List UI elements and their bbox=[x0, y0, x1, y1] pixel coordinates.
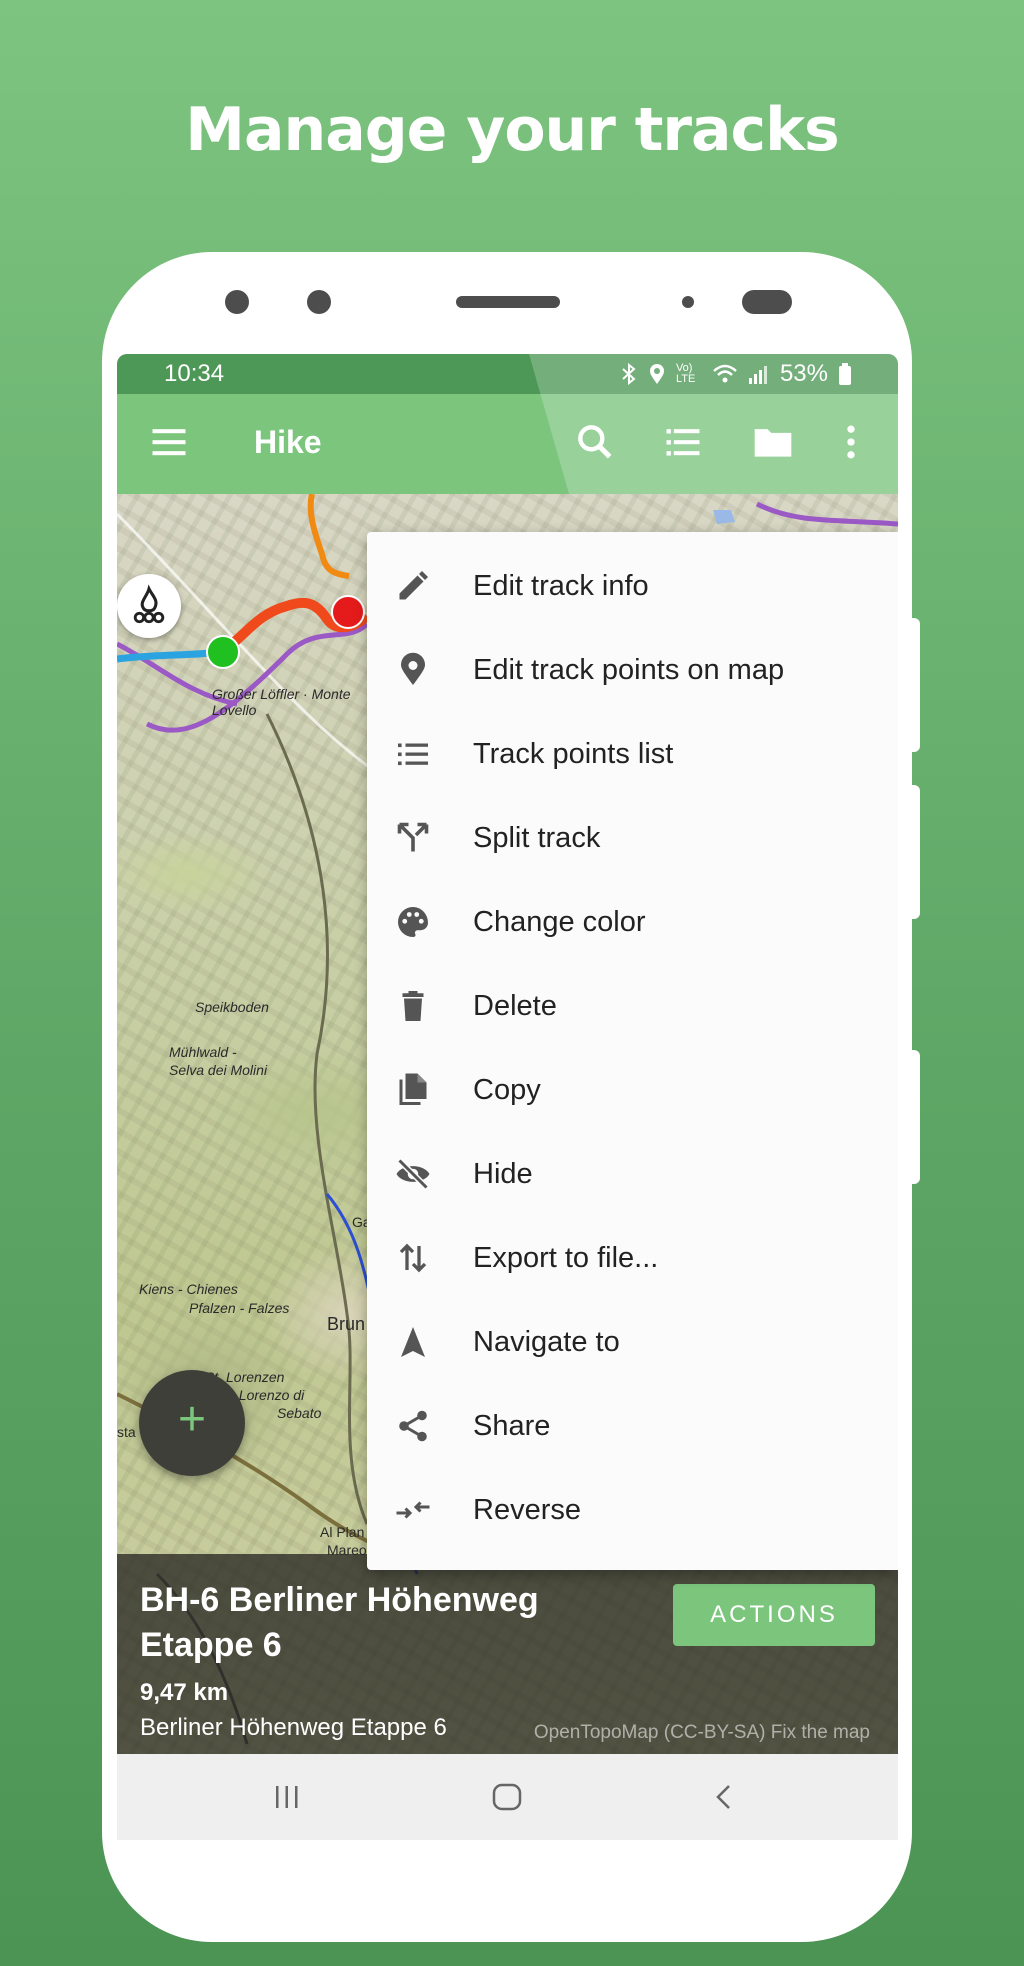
map-label: Pfalzen - Falzes bbox=[189, 1300, 290, 1316]
menu-item-label: Export to file... bbox=[473, 1241, 659, 1274]
menu-item-label: Edit track info bbox=[473, 569, 649, 602]
front-flash bbox=[742, 290, 792, 314]
map-label: Sebato bbox=[277, 1405, 322, 1421]
menu-item-navigate-to[interactable]: Navigate to bbox=[367, 1300, 898, 1384]
front-sensor bbox=[307, 290, 331, 314]
track-description: Berliner Höhenweg Etappe 6 bbox=[140, 1714, 447, 1741]
map-attribution[interactable]: OpenTopoMap (CC-BY-SA) Fix the map bbox=[534, 1722, 870, 1744]
recent-apps-icon[interactable] bbox=[272, 1782, 302, 1812]
menu-item-label: Delete bbox=[473, 989, 557, 1022]
add-fab[interactable]: + bbox=[139, 1370, 245, 1476]
menu-item-label: Share bbox=[473, 1409, 551, 1442]
menu-item-label: Track points list bbox=[473, 737, 674, 770]
split-icon bbox=[397, 822, 429, 852]
menu-icon[interactable] bbox=[147, 420, 191, 464]
back-icon[interactable] bbox=[709, 1782, 739, 1812]
map-pin-icon bbox=[401, 652, 425, 685]
map-label: Speikboden bbox=[195, 999, 269, 1015]
copy-icon bbox=[399, 1073, 427, 1105]
menu-item-delete[interactable]: Delete bbox=[367, 964, 898, 1048]
menu-item-track-points-list[interactable]: Track points list bbox=[367, 712, 898, 796]
menu-item-label: Change color bbox=[473, 905, 646, 938]
menu-item-label: Copy bbox=[473, 1073, 541, 1106]
menu-item-edit-track-info[interactable]: Edit track info bbox=[367, 544, 898, 628]
list-icon bbox=[398, 743, 428, 766]
trash-icon bbox=[402, 991, 424, 1021]
menu-item-label: Split track bbox=[473, 821, 601, 854]
map-label: Brun bbox=[327, 1314, 366, 1334]
menu-item-hide[interactable]: Hide bbox=[367, 1132, 898, 1216]
campfire-icon bbox=[133, 584, 165, 624]
map-label: Kiens - Chienes bbox=[139, 1281, 238, 1297]
poi-marker[interactable] bbox=[117, 574, 181, 638]
menu-item-change-color[interactable]: Change color bbox=[367, 880, 898, 964]
map-label: Großer Löffler · Monte Lovello bbox=[212, 686, 351, 718]
map-label: Selva dei Molini bbox=[169, 1062, 268, 1078]
menu-item-label: Hide bbox=[473, 1157, 533, 1190]
side-button bbox=[910, 618, 920, 752]
map-label: sta bbox=[117, 1424, 136, 1440]
track-name: BH-6 Berliner Höhenweg Etappe 6 bbox=[140, 1581, 539, 1664]
menu-item-split-track[interactable]: Split track bbox=[367, 796, 898, 880]
menu-item-copy[interactable]: Copy bbox=[367, 1048, 898, 1132]
menu-item-reverse[interactable]: Reverse bbox=[367, 1468, 898, 1552]
share-icon bbox=[399, 1410, 427, 1442]
system-nav-bar bbox=[117, 1754, 898, 1840]
earpiece bbox=[456, 296, 560, 308]
home-icon[interactable] bbox=[491, 1782, 523, 1812]
phone-screen: Großer Löffler · Monte Lovello Speikbode… bbox=[117, 354, 898, 1840]
appbar-shade bbox=[529, 354, 898, 494]
add-icon: + bbox=[177, 1393, 207, 1446]
menu-item-label: Navigate to bbox=[473, 1325, 620, 1358]
menu-item-export[interactable]: Export to file... bbox=[367, 1216, 898, 1300]
track-context-menu: Edit track info Edit track points on map… bbox=[367, 532, 898, 1570]
side-button bbox=[910, 1050, 920, 1184]
palette-icon bbox=[398, 907, 428, 937]
page-title: Hike bbox=[254, 424, 322, 460]
status-time: 10:34 bbox=[164, 360, 225, 387]
reverse-icon bbox=[396, 1501, 430, 1519]
track-info-panel: BH-6 Berliner Höhenweg Etappe 6 9,47 km … bbox=[117, 1554, 898, 1754]
menu-item-label: Reverse bbox=[473, 1493, 581, 1526]
map-label: Al Plan bbox=[320, 1524, 365, 1540]
track-distance: 9,47 km bbox=[140, 1679, 229, 1706]
pencil-icon bbox=[399, 571, 428, 600]
proximity-sensor bbox=[682, 296, 694, 308]
side-button bbox=[910, 785, 920, 919]
headline: Manage your tracks bbox=[185, 95, 839, 165]
menu-item-edit-track-points[interactable]: Edit track points on map bbox=[367, 628, 898, 712]
menu-item-label: Edit track points on map bbox=[473, 653, 785, 686]
actions-button[interactable]: ACTIONS bbox=[673, 1584, 875, 1646]
front-camera bbox=[225, 290, 249, 314]
menu-item-share[interactable]: Share bbox=[367, 1384, 898, 1468]
swap-vertical-icon bbox=[399, 1243, 427, 1273]
map-label: Mühlwald - bbox=[169, 1044, 237, 1060]
eye-off-icon bbox=[396, 1158, 430, 1190]
navigation-icon bbox=[401, 1327, 425, 1357]
